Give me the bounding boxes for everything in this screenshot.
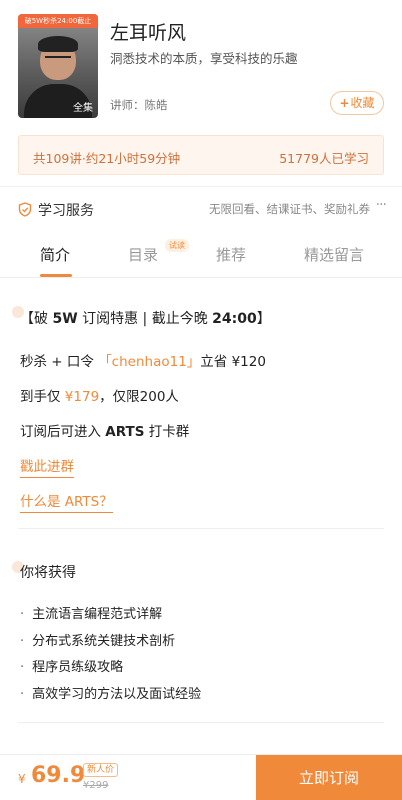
cover-figure-glasses: [45, 56, 71, 61]
service-items: 无限回看、结课证书、奖励礼券: [209, 202, 370, 216]
favorite-button[interactable]: +收藏: [330, 91, 384, 115]
course-cover-image[interactable]: 破5W秒杀24:00截止 全集: [18, 14, 98, 118]
list-item: · 高效学习的方法以及面试经验: [20, 683, 201, 702]
list-item-text: 程序员练级攻略: [32, 660, 124, 675]
list-item: · 程序员练级攻略: [20, 656, 123, 675]
active-tab-indicator: [40, 274, 72, 277]
course-stats-bar: 共109讲·约21小时59分钟 51779人已学习: [18, 135, 384, 175]
gains-section-title: 你将获得: [20, 565, 76, 581]
promo-title-part: 24:00: [212, 311, 257, 327]
divider: [18, 528, 384, 529]
course-subtitle: 洞悉技术的本质，享受科技的乐趣: [110, 51, 298, 66]
promo-code: 「chenhao11」: [98, 354, 201, 370]
promo-line-price: 到手仅 ¥179，仅限200人: [20, 385, 179, 405]
tab-recommend[interactable]: 推荐: [216, 244, 246, 265]
subscribe-button[interactable]: 立即订阅: [256, 755, 402, 800]
plus-icon: +: [339, 96, 350, 110]
currency-symbol: ¥: [18, 772, 26, 786]
content-tabs: 简介 目录 试读 推荐 精选留言: [0, 230, 402, 278]
purchase-bar: ¥ 69.9 新人价 ¥299 立即订阅: [0, 754, 402, 800]
bullet-icon: ·: [20, 687, 25, 702]
learning-service-row[interactable]: 学习服务 无限回看、结课证书、奖励礼券 ···: [0, 186, 402, 230]
promo-title-part: 【破: [20, 311, 53, 327]
promo-text: 秒杀 + 口令: [20, 354, 99, 370]
tab-comments[interactable]: 精选留言: [304, 244, 364, 265]
promo-title-part: 5W: [52, 311, 78, 327]
promo-text: 打卡群: [144, 424, 190, 440]
teacher-name: 讲师：陈皓: [110, 98, 168, 112]
cover-figure-hair: [38, 36, 78, 52]
tab-intro[interactable]: 简介: [40, 244, 70, 265]
cover-full-tag: 全集: [73, 103, 93, 114]
promo-text-bold: ARTS: [105, 424, 145, 440]
promo-text: 到手仅: [20, 389, 65, 405]
what-is-arts-link[interactable]: 什么是 ARTS？: [20, 490, 113, 513]
service-label: 学习服务: [38, 203, 94, 219]
promo-title-part: 】: [256, 311, 271, 327]
newbie-price-badge: 新人价: [83, 763, 119, 777]
trial-badge: 试读: [165, 239, 189, 252]
list-item-text: 分布式系统关键技术剖析: [32, 634, 176, 649]
promo-text: 立省 ¥120: [200, 354, 266, 370]
promo-price: ¥179: [64, 389, 100, 405]
list-item: · 分布式系统关键技术剖析: [20, 630, 175, 649]
list-item: · 主流语言编程范式详解: [20, 603, 162, 622]
cover-promo-ribbon: 破5W秒杀24:00截止: [18, 14, 98, 28]
list-item-text: 高效学习的方法以及面试经验: [32, 687, 202, 702]
learners-count: 51779人已学习: [279, 151, 369, 166]
promo-text: ，仅限200人: [99, 389, 179, 405]
join-group-link[interactable]: 戳此进群: [20, 455, 74, 478]
promo-text: 订阅后可进入: [20, 424, 106, 440]
original-price: ¥299: [83, 780, 109, 791]
current-price: 69.9: [31, 763, 86, 788]
shield-check-icon: [18, 202, 32, 217]
promo-line-coupon: 秒杀 + 口令 「chenhao11」立省 ¥120: [20, 350, 266, 370]
promo-title: 【破 5W 订阅特惠 | 截止今晚 24:00】: [20, 308, 271, 328]
divider: [18, 722, 384, 723]
course-header: 破5W秒杀24:00截止 全集 左耳听风 洞悉技术的本质，享受科技的乐趣 讲师：…: [0, 0, 402, 185]
favorite-label: 收藏: [350, 96, 375, 110]
tab-catalog[interactable]: 目录: [128, 244, 158, 265]
promo-title-part: 订阅特惠 | 截止今晚: [77, 311, 213, 327]
bullet-icon: ·: [20, 634, 25, 649]
course-title: 左耳听风: [110, 22, 187, 44]
bullet-icon: ·: [20, 607, 25, 622]
lessons-count: 共109讲·约21小时59分钟: [33, 151, 181, 166]
list-item-text: 主流语言编程范式详解: [32, 607, 163, 622]
promo-line-group: 订阅后可进入 ARTS 打卡群: [20, 420, 189, 440]
more-icon[interactable]: ···: [376, 197, 387, 213]
bullet-icon: ·: [20, 660, 25, 675]
